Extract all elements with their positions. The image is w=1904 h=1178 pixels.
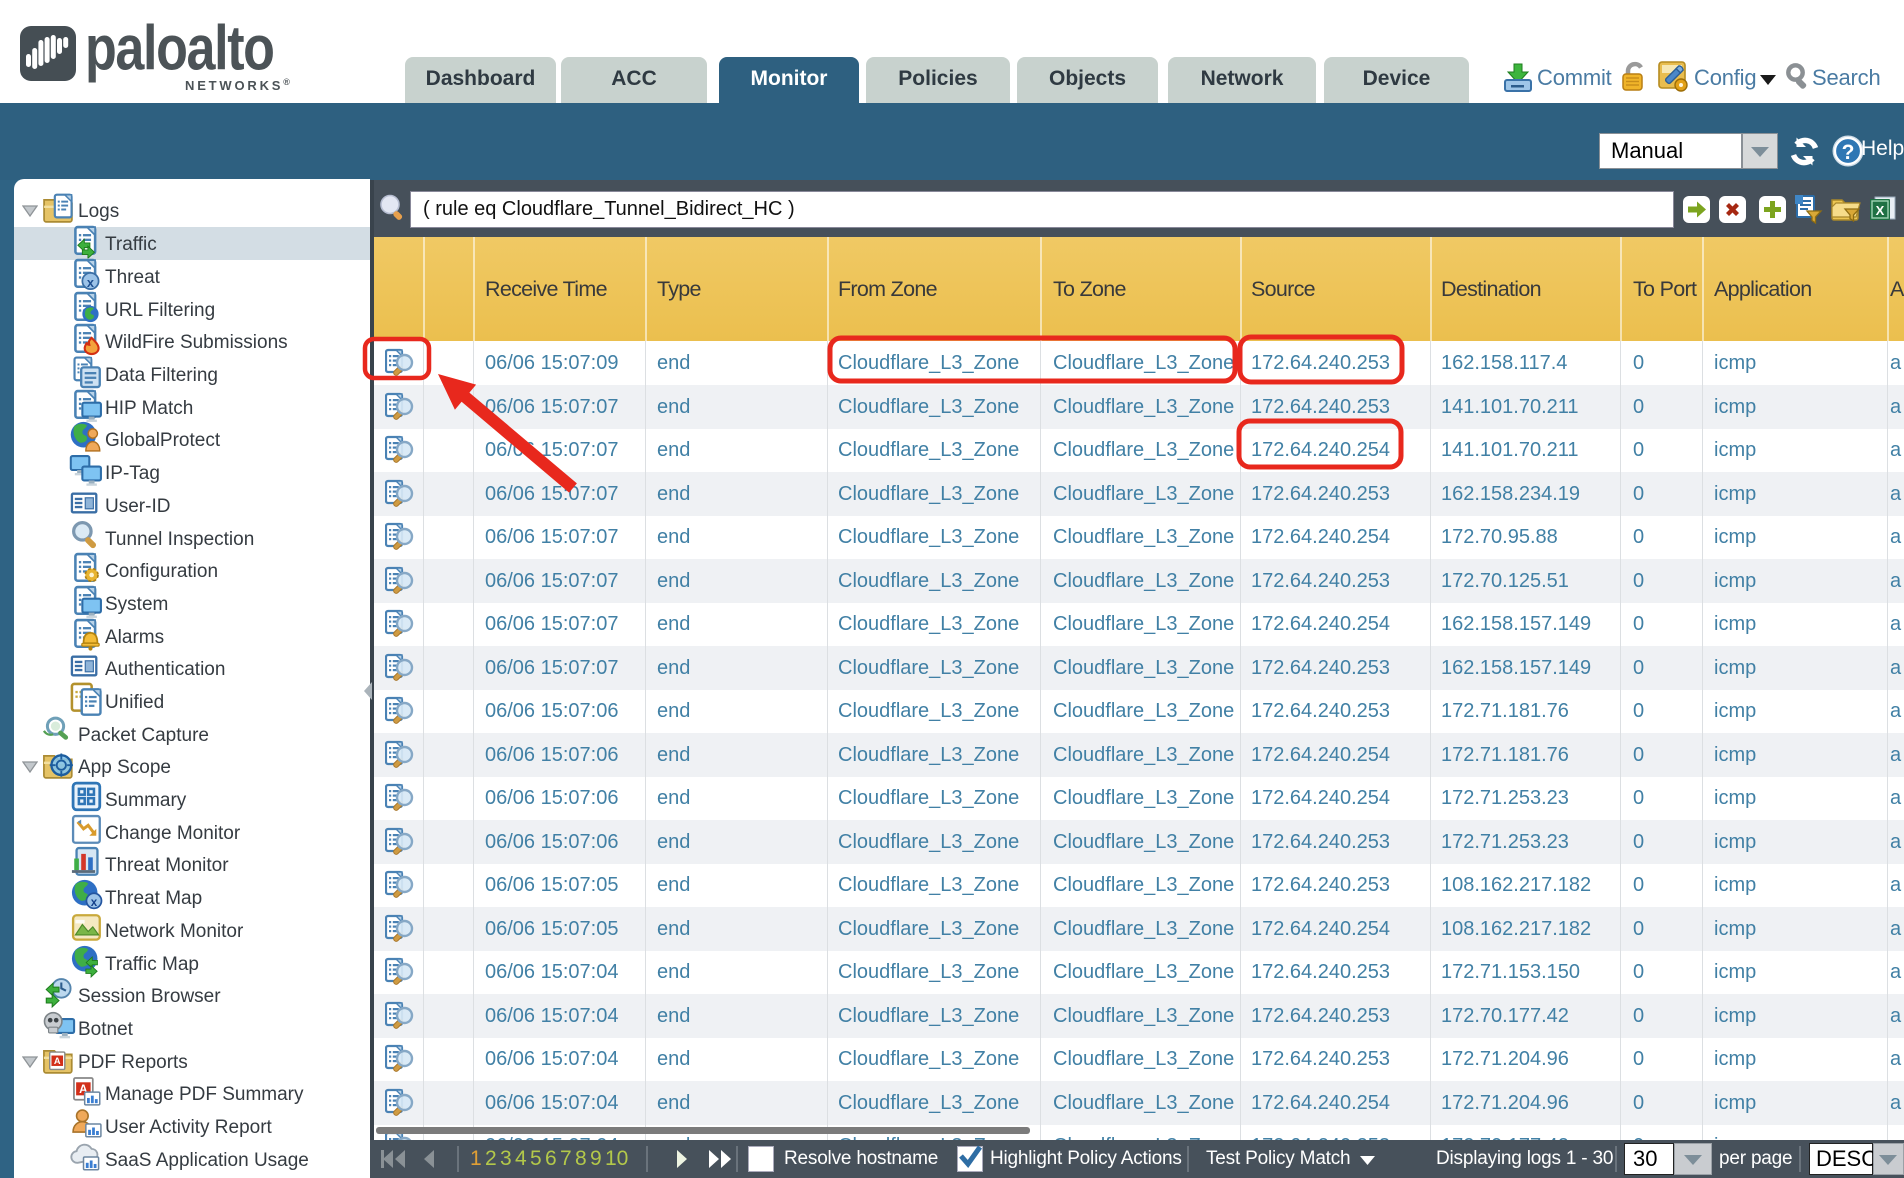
svg-text:?: ?	[1842, 141, 1855, 164]
svg-text:x: x	[91, 896, 98, 909]
svg-text:x: x	[87, 275, 94, 290]
svg-text:X: X	[1876, 203, 1885, 218]
